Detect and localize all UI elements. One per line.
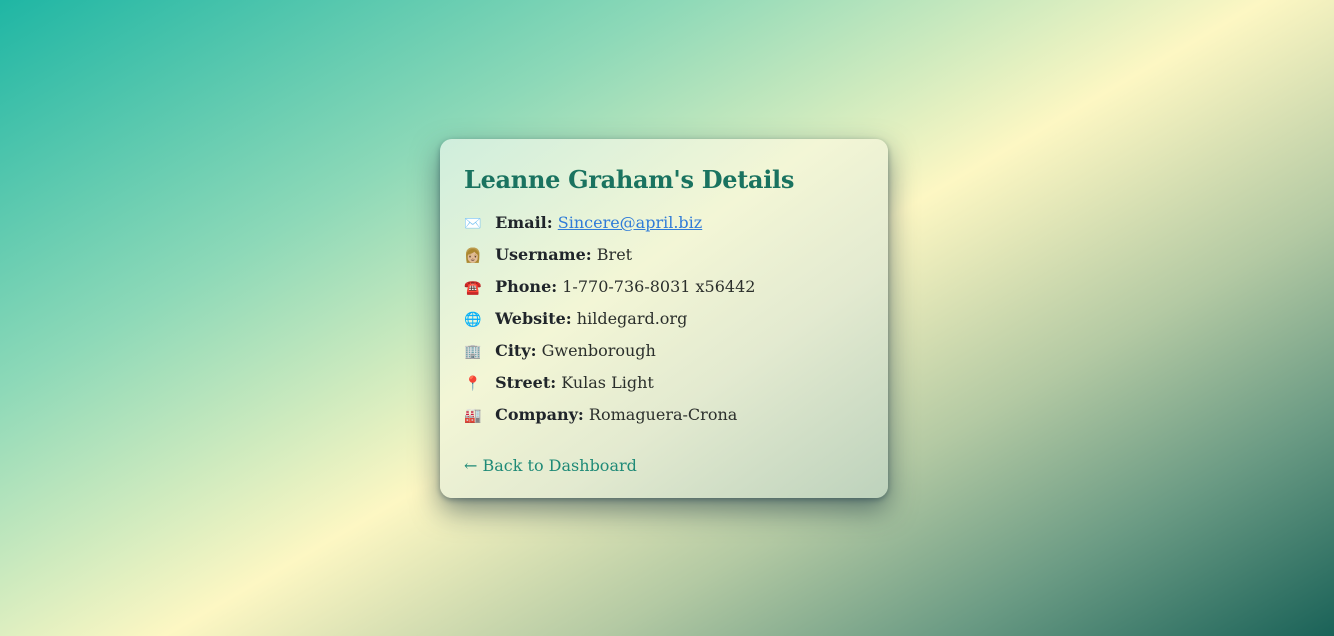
- page-title: Leanne Graham's Details: [464, 165, 795, 194]
- website-label: Website:: [495, 309, 572, 328]
- email-label: Email:: [495, 213, 553, 232]
- street-row: 📍 Street: Kulas Light: [464, 367, 864, 399]
- details-list: ✉️ Email: Sincere@april.biz 👩🏼 Username:…: [464, 207, 864, 431]
- user-details-card: Leanne Graham's Details ✉️ Email: Sincer…: [440, 139, 888, 498]
- city-value: Gwenborough: [541, 341, 656, 360]
- person-icon: 👩🏼: [464, 248, 482, 264]
- username-row: 👩🏼 Username: Bret: [464, 239, 864, 271]
- factory-icon: 🏭: [464, 408, 482, 424]
- email-link[interactable]: Sincere@april.biz: [558, 213, 702, 232]
- office-building-icon: 🏢: [464, 344, 482, 360]
- back-to-dashboard-link[interactable]: ← Back to Dashboard: [464, 455, 637, 477]
- company-label: Company:: [495, 405, 584, 424]
- envelope-icon: ✉️: [464, 216, 482, 232]
- phone-value: 1-770-736-8031 x56442: [562, 277, 756, 296]
- company-row: 🏭 Company: Romaguera-Crona: [464, 399, 864, 431]
- username-label: Username:: [495, 245, 592, 264]
- street-value: Kulas Light: [561, 373, 654, 392]
- map-pin-icon: 📍: [464, 376, 482, 392]
- email-row: ✉️ Email: Sincere@april.biz: [464, 207, 864, 239]
- website-row: 🌐 Website: hildegard.org: [464, 303, 864, 335]
- website-value: hildegard.org: [576, 309, 688, 328]
- telephone-icon: ☎️: [464, 280, 482, 296]
- phone-label: Phone:: [495, 277, 558, 296]
- username-value: Bret: [596, 245, 633, 264]
- street-label: Street:: [495, 373, 557, 392]
- company-value: Romaguera-Crona: [588, 405, 738, 424]
- city-row: 🏢 City: Gwenborough: [464, 335, 864, 367]
- phone-row: ☎️ Phone: 1-770-736-8031 x56442: [464, 271, 864, 303]
- city-label: City:: [495, 341, 537, 360]
- globe-icon: 🌐: [464, 312, 482, 328]
